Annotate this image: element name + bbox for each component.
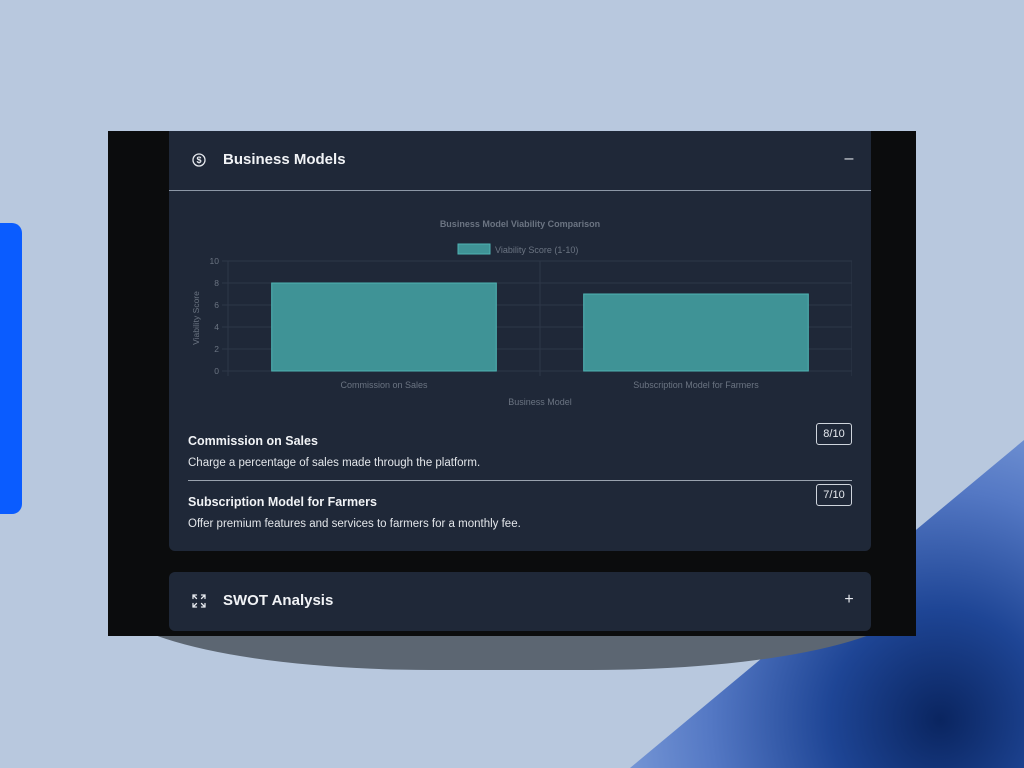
business-models-panel: $ Business Models – Business Model Viabi…: [169, 131, 871, 551]
score-badge: 8/10: [816, 423, 852, 445]
legend-label: Viability Score (1-10): [495, 245, 578, 255]
y-tick-label: 2: [214, 344, 219, 354]
app-window: $ Business Models – Business Model Viabi…: [108, 131, 916, 636]
y-tick-label: 8: [214, 278, 219, 288]
y-tick-label: 10: [210, 256, 220, 266]
model-name: Subscription Model for Farmers: [188, 495, 377, 509]
row-divider: [188, 480, 852, 481]
score-badge: 7/10: [816, 484, 852, 506]
y-axis-label: Viability Score: [191, 291, 201, 345]
swot-title: SWOT Analysis: [223, 592, 334, 609]
x-tick-label: Commission on Sales: [340, 380, 428, 390]
header-divider: [169, 190, 871, 191]
bar: [271, 282, 497, 372]
svg-text:$: $: [196, 155, 201, 165]
viability-chart: Business Model Viability Comparison Viab…: [191, 219, 852, 407]
bar: [583, 293, 809, 372]
model-description: Offer premium features and services to f…: [188, 518, 521, 530]
collapse-toggle[interactable]: –: [841, 149, 857, 169]
side-tab[interactable]: [0, 223, 22, 514]
expand-arrows-icon: [192, 594, 206, 608]
swot-header[interactable]: SWOT Analysis +: [169, 572, 871, 631]
model-description: Charge a percentage of sales made throug…: [188, 457, 481, 469]
model-name: Commission on Sales: [188, 434, 318, 448]
x-axis-label: Business Model: [508, 397, 572, 407]
expand-toggle[interactable]: +: [841, 590, 857, 610]
business-models-header[interactable]: $ Business Models –: [169, 131, 871, 190]
dollar-circle-icon: $: [192, 153, 206, 167]
chart-title: Business Model Viability Comparison: [440, 219, 600, 229]
y-tick-label: 0: [214, 366, 219, 376]
y-tick-label: 4: [214, 322, 219, 332]
legend-swatch: [457, 243, 491, 255]
x-tick-label: Subscription Model for Farmers: [633, 380, 759, 390]
business-models-title: Business Models: [223, 151, 346, 168]
y-tick-label: 6: [214, 300, 219, 310]
swot-panel: SWOT Analysis +: [169, 572, 871, 631]
